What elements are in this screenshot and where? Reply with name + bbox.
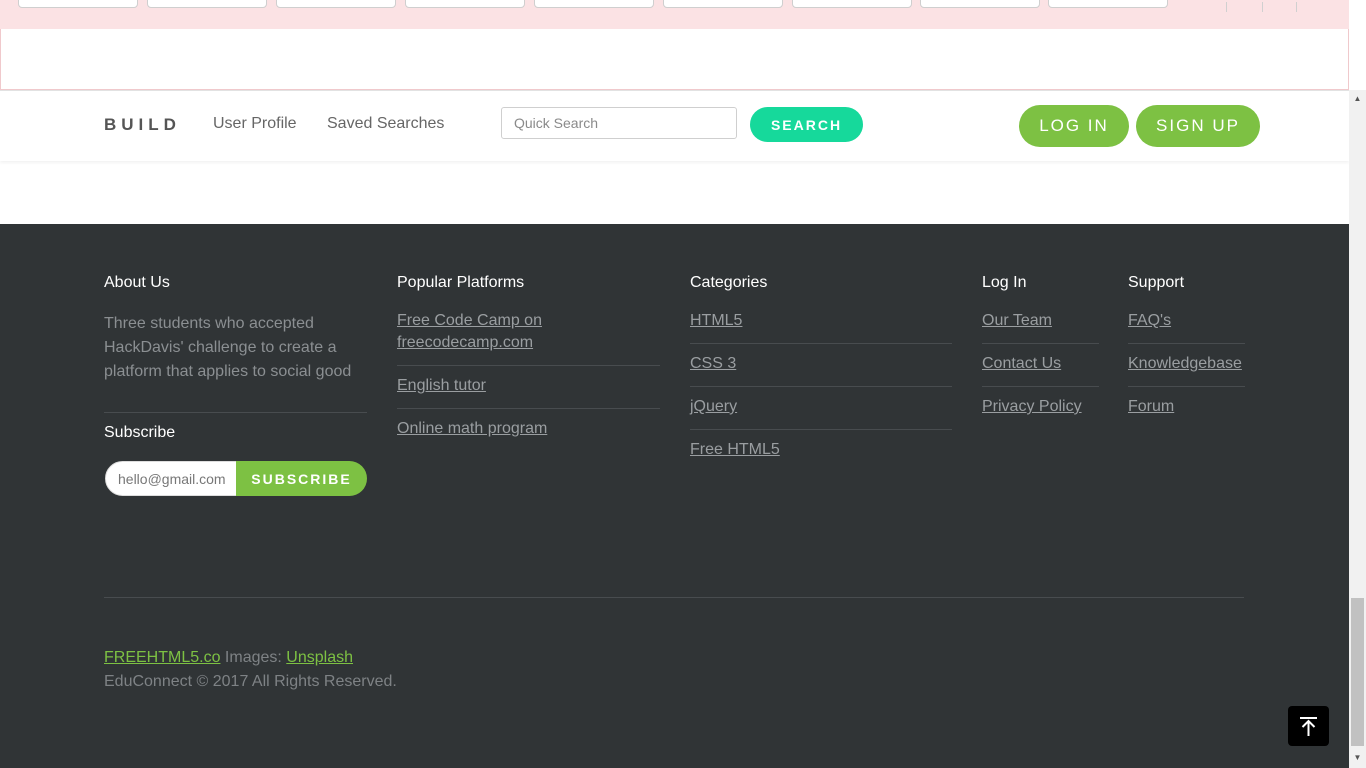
- platform-link-online-math[interactable]: Online math program: [397, 418, 547, 440]
- top-tab: [534, 0, 654, 8]
- scroll-up-icon[interactable]: ▲: [1352, 93, 1363, 104]
- divider: [104, 412, 367, 413]
- support-link-knowledgebase[interactable]: Knowledgebase: [1128, 353, 1242, 375]
- divider: [982, 343, 1099, 344]
- scroll-down-icon[interactable]: ▼: [1352, 752, 1363, 763]
- divider: [397, 408, 660, 409]
- login-link-our-team[interactable]: Our Team: [982, 310, 1052, 332]
- nav-link-user-profile[interactable]: User Profile: [213, 115, 297, 133]
- arrow-to-top-icon: [1300, 717, 1317, 736]
- log-in-button[interactable]: LOG IN: [1019, 105, 1129, 147]
- subscribe-button[interactable]: SUBSCRIBE: [236, 461, 367, 496]
- footer-bottom-divider: [104, 597, 1244, 598]
- top-tab: [405, 0, 525, 8]
- about-title: About Us: [104, 274, 170, 291]
- top-frame: [0, 29, 1349, 90]
- category-link-html5[interactable]: HTML5: [690, 310, 742, 332]
- support-link-forum[interactable]: Forum: [1128, 396, 1174, 418]
- navbar: BUILD User Profile Saved Searches SEARCH…: [0, 90, 1349, 161]
- brand-logo[interactable]: BUILD: [104, 115, 181, 135]
- browser-top-strip: [0, 0, 1349, 30]
- back-to-top-button[interactable]: [1288, 706, 1329, 746]
- category-link-css3[interactable]: CSS 3: [690, 353, 736, 375]
- support-link-faq[interactable]: FAQ's: [1128, 310, 1171, 332]
- top-divider: [1262, 2, 1273, 12]
- copyright-text: EduConnect © 2017 All Rights Reserved.: [104, 673, 397, 690]
- login-link-privacy-policy[interactable]: Privacy Policy: [982, 396, 1082, 418]
- unsplash-link[interactable]: Unsplash: [286, 649, 353, 666]
- top-tab: [276, 0, 396, 8]
- top-tab: [1048, 0, 1168, 8]
- subscribe-title: Subscribe: [104, 424, 176, 441]
- footer-credit: FREEHTML5.co Images: Unsplash: [104, 649, 353, 667]
- quick-search-input[interactable]: [501, 107, 737, 139]
- divider: [1128, 343, 1245, 344]
- top-tab: [792, 0, 912, 8]
- divider: [982, 386, 1099, 387]
- top-tab: [920, 0, 1040, 8]
- categories-title: Categories: [690, 274, 768, 291]
- category-link-free-html5[interactable]: Free HTML5: [690, 439, 780, 461]
- platform-link-freecodecamp[interactable]: Free Code Camp on freecodecamp.com: [397, 310, 577, 354]
- support-title: Support: [1128, 274, 1185, 291]
- nav-link-saved-searches[interactable]: Saved Searches: [327, 115, 444, 133]
- login-title: Log In: [982, 274, 1027, 291]
- sign-up-button[interactable]: SIGN UP: [1136, 105, 1260, 147]
- login-link-contact-us[interactable]: Contact Us: [982, 353, 1061, 375]
- divider: [397, 365, 660, 366]
- category-link-jquery[interactable]: jQuery: [690, 396, 737, 418]
- freehtml5-link[interactable]: FREEHTML5.co: [104, 649, 220, 666]
- top-tab: [663, 0, 783, 8]
- about-text: Three students who accepted HackDavis' c…: [104, 315, 352, 380]
- scrollbar-thumb[interactable]: [1351, 598, 1364, 746]
- divider: [690, 429, 952, 430]
- platforms-title: Popular Platforms: [397, 274, 525, 291]
- top-divider: [1296, 2, 1307, 12]
- top-tab: [18, 0, 138, 8]
- divider: [690, 343, 952, 344]
- footer: About Us Three students who accepted Hac…: [0, 224, 1349, 768]
- top-tab: [147, 0, 267, 8]
- divider: [1128, 386, 1245, 387]
- subscribe-email-input[interactable]: [105, 461, 240, 496]
- search-button[interactable]: SEARCH: [750, 107, 863, 142]
- divider: [690, 386, 952, 387]
- top-divider: [1226, 2, 1237, 12]
- platform-link-english-tutor[interactable]: English tutor: [397, 375, 486, 397]
- credit-images-label: Images:: [224, 649, 282, 666]
